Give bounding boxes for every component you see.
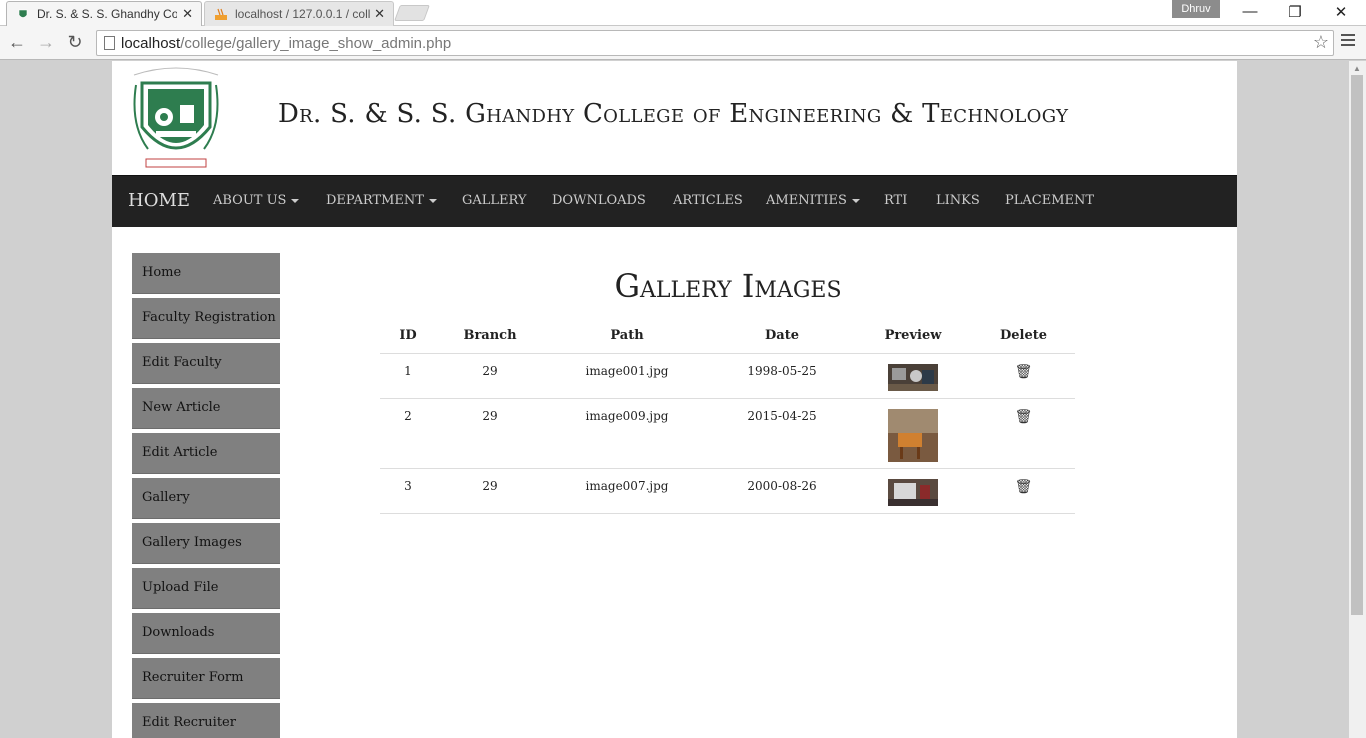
forward-arrow-icon[interactable]: → xyxy=(36,32,56,53)
sidebar-item-gallery-images[interactable]: Gallery Images xyxy=(132,523,280,564)
sidebar-item-new-article[interactable]: New Article xyxy=(132,388,280,429)
page-title: Gallery Images xyxy=(614,267,842,305)
close-window-icon[interactable]: ✕ xyxy=(1331,3,1351,21)
tab-close-icon[interactable]: ✕ xyxy=(182,6,193,22)
cell-preview xyxy=(854,468,972,514)
new-tab-button[interactable] xyxy=(394,5,430,21)
cell-branch: 29 xyxy=(436,398,544,469)
cell-branch: 29 xyxy=(436,468,544,514)
profile-button[interactable]: Dhruv xyxy=(1172,0,1220,18)
address-bar[interactable]: localhost/college/gallery_image_show_adm… xyxy=(96,30,1334,56)
college-name: Dr. S. & S. S. Ghandhy College of Engine… xyxy=(278,99,1069,129)
tab-close-icon[interactable]: ✕ xyxy=(374,6,385,22)
nav-home[interactable]: HOME xyxy=(128,190,190,211)
browser-tab-active[interactable]: Dr. S. & S. S. Ghandhy Col ✕ xyxy=(6,1,202,26)
cell-date: 2000-08-26 xyxy=(710,468,854,514)
nav-department[interactable]: DEPARTMENT xyxy=(326,193,437,208)
browser-tab-inactive[interactable]: localhost / 127.0.0.1 / coll ✕ xyxy=(204,1,394,26)
cell-preview xyxy=(854,353,972,399)
college-logo-icon xyxy=(133,67,219,168)
cell-id: 1 xyxy=(380,353,436,399)
cell-delete: 🗑 xyxy=(972,468,1075,514)
cell-branch: 29 xyxy=(436,353,544,399)
browser-toolbar: ← → ↻ localhost/college/gallery_image_sh… xyxy=(0,26,1366,60)
nav-rti[interactable]: RTI xyxy=(884,193,907,208)
cell-date: 1998-05-25 xyxy=(710,353,854,399)
preview-image xyxy=(888,363,938,391)
gallery-images-table: ID Branch Path Date Preview Delete 1 29 … xyxy=(380,319,1075,514)
nav-amenities[interactable]: AMENITIES xyxy=(766,193,860,208)
trash-icon[interactable]: 🗑 xyxy=(1015,409,1033,425)
bookmark-star-icon[interactable]: ☆ xyxy=(1313,32,1329,53)
nav-downloads[interactable]: DOWNLOADS xyxy=(552,193,646,208)
column-header-preview: Preview xyxy=(854,319,972,354)
page-viewport: Dr. S. & S. S. Ghandhy College of Engine… xyxy=(0,61,1366,738)
column-header-branch: Branch xyxy=(436,319,544,354)
column-header-path: Path xyxy=(544,319,710,354)
preview-image xyxy=(888,478,938,506)
column-header-date: Date xyxy=(710,319,854,354)
browser-menu-icon[interactable] xyxy=(1341,34,1355,49)
nav-articles[interactable]: ARTICLES xyxy=(673,193,743,208)
table-header-row: ID Branch Path Date Preview Delete xyxy=(380,319,1075,354)
tab-title: localhost / 127.0.0.1 / coll xyxy=(235,7,371,21)
phpmyadmin-favicon-icon xyxy=(215,8,227,20)
table-row: 1 29 image001.jpg 1998-05-25 🗑 xyxy=(380,353,1075,399)
caret-down-icon xyxy=(428,198,437,203)
sidebar-item-edit-article[interactable]: Edit Article xyxy=(132,433,280,474)
cell-delete: 🗑 xyxy=(972,353,1075,399)
vertical-scrollbar[interactable]: ▲ xyxy=(1349,61,1366,738)
sidebar-item-home[interactable]: Home xyxy=(132,253,280,294)
cell-id: 3 xyxy=(380,468,436,514)
caret-down-icon xyxy=(851,198,860,203)
site-header: Dr. S. & S. S. Ghandhy College of Engine… xyxy=(112,61,1237,175)
nav-gallery[interactable]: GALLERY xyxy=(462,193,527,208)
caret-down-icon xyxy=(291,198,300,203)
admin-sidebar: Home Faculty Registration Edit Faculty N… xyxy=(132,253,280,738)
column-header-id: ID xyxy=(380,319,436,354)
cell-delete: 🗑 xyxy=(972,398,1075,469)
sidebar-item-edit-recruiter[interactable]: Edit Recruiter xyxy=(132,703,280,738)
restore-icon[interactable]: ❐ xyxy=(1285,3,1305,21)
column-header-delete: Delete xyxy=(972,319,1075,354)
cell-date: 2015-04-25 xyxy=(710,398,854,469)
trash-icon[interactable]: 🗑 xyxy=(1015,364,1033,380)
college-favicon-icon xyxy=(18,9,28,18)
table-row: 3 29 image007.jpg 2000-08-26 🗑 xyxy=(380,468,1075,514)
tab-title: Dr. S. & S. S. Ghandhy Col xyxy=(37,7,177,21)
sidebar-item-upload-file[interactable]: Upload File xyxy=(132,568,280,609)
sidebar-item-recruiter-form[interactable]: Recruiter Form xyxy=(132,658,280,699)
cell-path: image009.jpg xyxy=(544,398,710,469)
cell-path: image007.jpg xyxy=(544,468,710,514)
cell-id: 2 xyxy=(380,398,436,469)
browser-tab-strip: Dr. S. & S. S. Ghandhy Col ✕ localhost /… xyxy=(0,0,1366,26)
main-navbar: HOME ABOUT US DEPARTMENT GALLERY DOWNLOA… xyxy=(112,175,1237,227)
scrollbar-thumb[interactable] xyxy=(1351,75,1363,615)
trash-icon[interactable]: 🗑 xyxy=(1015,479,1033,495)
cell-path: image001.jpg xyxy=(544,353,710,399)
nav-links[interactable]: LINKS xyxy=(936,193,980,208)
scroll-up-icon[interactable]: ▲ xyxy=(1353,64,1361,73)
table-row: 2 29 image009.jpg 2015-04-25 🗑 xyxy=(380,398,1075,469)
minimize-icon[interactable]: — xyxy=(1240,3,1260,20)
cell-preview xyxy=(854,398,972,469)
preview-image xyxy=(888,408,938,462)
nav-about-us[interactable]: ABOUT US xyxy=(213,193,300,208)
url-text: localhost/college/gallery_image_show_adm… xyxy=(121,35,452,52)
nav-placement[interactable]: PLACEMENT xyxy=(1005,193,1094,208)
sidebar-item-edit-faculty[interactable]: Edit Faculty xyxy=(132,343,280,384)
page-icon xyxy=(104,36,115,50)
reload-icon[interactable]: ↻ xyxy=(65,32,85,53)
page-container: Dr. S. & S. S. Ghandhy College of Engine… xyxy=(112,61,1237,738)
sidebar-item-downloads[interactable]: Downloads xyxy=(132,613,280,654)
sidebar-item-faculty-registration[interactable]: Faculty Registration xyxy=(132,298,280,339)
back-arrow-icon[interactable]: ← xyxy=(7,32,27,53)
sidebar-item-gallery[interactable]: Gallery xyxy=(132,478,280,519)
